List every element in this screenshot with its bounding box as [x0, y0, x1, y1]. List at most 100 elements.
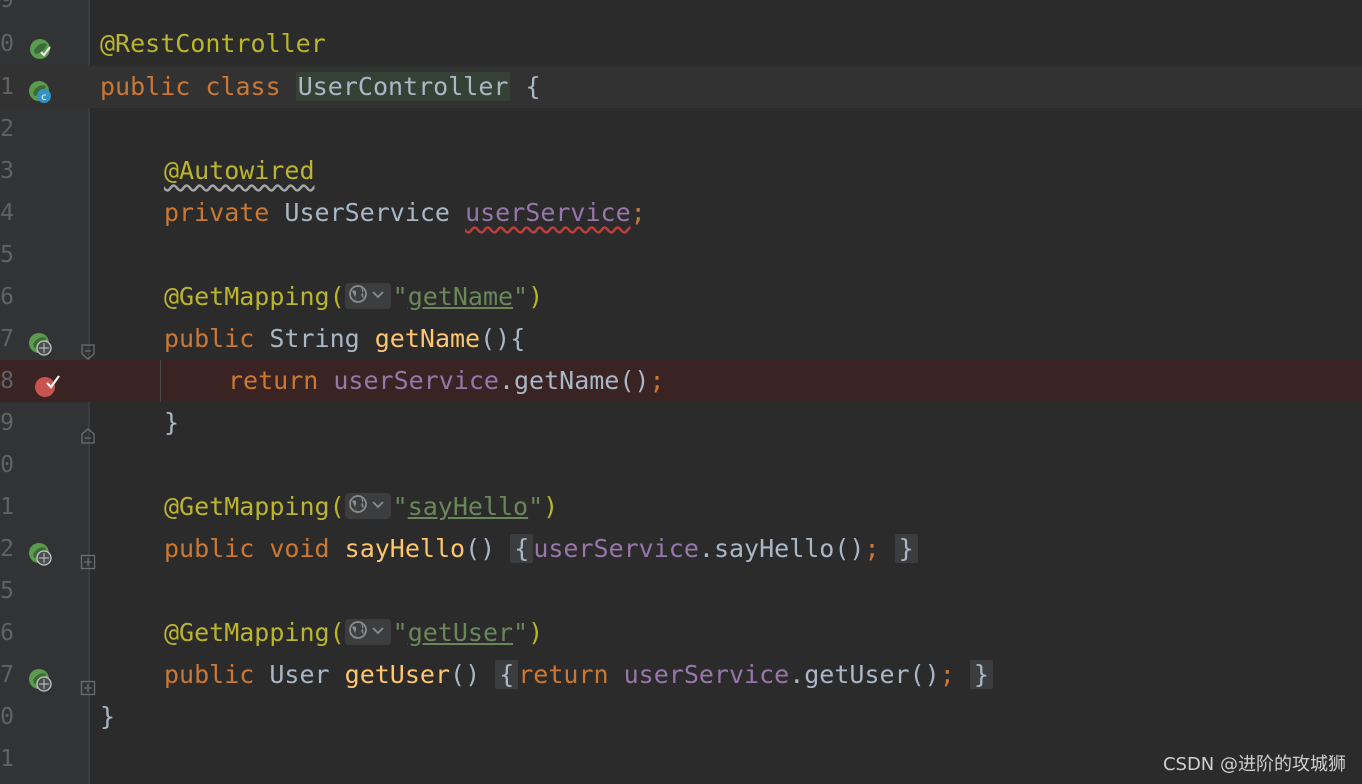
- code-line[interactable]: 20: [0, 444, 1362, 486]
- code-line[interactable]: 27 public User getUser() {return userSer…: [0, 654, 1362, 696]
- fold-expand-icon[interactable]: [80, 541, 96, 570]
- code-editor[interactable]: 9 10 @RestController 11 c public class U…: [0, 0, 1362, 784]
- spring-web-endpoint-icon[interactable]: [28, 327, 52, 356]
- svg-text:c: c: [41, 92, 47, 103]
- keyword: public: [164, 534, 255, 563]
- paren: ): [528, 282, 544, 311]
- code-text: @Autowired: [164, 150, 315, 192]
- paren: ): [543, 492, 559, 521]
- method-call: .getUser(): [789, 660, 940, 689]
- punctuation: (){: [480, 324, 526, 353]
- code-line[interactable]: 26 @GetMapping("getUser"): [0, 612, 1362, 654]
- folded-brace[interactable]: }: [969, 660, 993, 689]
- line-number: 12: [0, 116, 14, 142]
- code-line[interactable]: 12: [0, 108, 1362, 150]
- code-line[interactable]: 9: [0, 0, 1362, 21]
- method-call: .sayHello(): [698, 534, 865, 563]
- spring-web-endpoint-icon[interactable]: [28, 537, 52, 566]
- brace: }: [100, 702, 116, 731]
- code-line[interactable]: 19 }: [0, 402, 1362, 444]
- web-endpoint-hint[interactable]: [344, 283, 391, 309]
- string-quote: ": [392, 618, 408, 647]
- code-line[interactable]: 25: [0, 570, 1362, 612]
- annotation: @GetMapping(: [164, 618, 345, 647]
- web-endpoint-hint[interactable]: [344, 619, 391, 645]
- code-line[interactable]: 14 private UserService userService;: [0, 192, 1362, 234]
- code-text: public void sayHello() {userService.sayH…: [164, 528, 918, 570]
- semicolon: ;: [649, 366, 665, 395]
- code-text: @GetMapping("sayHello"): [164, 486, 558, 528]
- line-number: 25: [0, 578, 14, 604]
- spring-bean-class-icon[interactable]: c: [28, 75, 52, 103]
- fold-end-icon[interactable]: [80, 415, 96, 444]
- code-line[interactable]: 31: [0, 738, 1362, 780]
- mapping-path[interactable]: getName: [408, 282, 513, 311]
- globe-icon: [348, 621, 384, 639]
- mapping-path[interactable]: sayHello: [408, 492, 528, 521]
- punctuation: (): [450, 660, 481, 689]
- type-name: String: [269, 324, 360, 353]
- code-line[interactable]: 15: [0, 234, 1362, 276]
- code-line[interactable]: 22 public void sayHello() {userService.s…: [0, 528, 1362, 570]
- field-name: userService: [533, 534, 699, 563]
- spring-web-endpoint-icon[interactable]: [28, 663, 52, 692]
- method-name: getUser: [344, 660, 451, 689]
- string-quote: ": [392, 492, 408, 521]
- web-endpoint-hint[interactable]: [344, 493, 391, 519]
- annotation: @Autowired: [164, 156, 315, 185]
- code-line[interactable]: 17 public String getName(){: [0, 318, 1362, 360]
- code-text: private UserService userService;: [164, 192, 646, 234]
- string-quote: ": [392, 282, 408, 311]
- field-name: userService: [623, 660, 790, 689]
- keyword: public: [164, 660, 255, 689]
- keyword: void: [269, 534, 330, 563]
- code-line[interactable]: 21 @GetMapping("sayHello"): [0, 486, 1362, 528]
- line-number: 17: [0, 326, 14, 352]
- folded-brace[interactable]: }: [894, 534, 918, 563]
- string-quote: ": [513, 282, 529, 311]
- string-quote: ": [528, 492, 544, 521]
- method-call: .getName(): [498, 366, 650, 395]
- line-number: 18: [0, 368, 14, 394]
- semicolon: ;: [864, 534, 880, 563]
- code-line-current[interactable]: 11 c public class UserController {: [0, 66, 1362, 108]
- punctuation: (): [465, 534, 496, 563]
- line-number: 14: [0, 200, 14, 226]
- code-line[interactable]: 30 }: [0, 696, 1362, 738]
- line-number: 19: [0, 410, 14, 436]
- keyword: class: [205, 72, 281, 101]
- folded-brace[interactable]: {: [510, 534, 534, 563]
- mapping-path[interactable]: getUser: [408, 618, 513, 647]
- fold-expand-icon[interactable]: [80, 667, 96, 696]
- type-name: UserService: [284, 198, 450, 227]
- indent-guide: [160, 360, 161, 402]
- semicolon: ;: [630, 198, 646, 227]
- line-number: 15: [0, 242, 14, 268]
- line-number: 9: [0, 0, 14, 13]
- keyword: public: [100, 72, 191, 101]
- code-text: @GetMapping( "getName"): [164, 276, 543, 318]
- keyword: return: [518, 660, 609, 689]
- breakpoint-icon[interactable]: [34, 369, 60, 397]
- code-line[interactable]: 13 @Autowired: [0, 150, 1362, 192]
- code-line[interactable]: 16 @GetMapping("getName"): [0, 276, 1362, 318]
- keyword: public: [164, 324, 255, 353]
- folded-brace[interactable]: {: [495, 660, 519, 689]
- code-text: @RestController: [100, 23, 326, 65]
- code-text: }: [164, 402, 179, 444]
- class-name: UserController: [295, 72, 511, 101]
- line-number: 20: [0, 452, 14, 478]
- method-name: sayHello: [344, 534, 466, 563]
- code-text: public String getName(){: [164, 318, 525, 360]
- fold-collapse-icon[interactable]: [80, 331, 96, 360]
- annotation: @RestController: [100, 29, 326, 58]
- spring-bean-icon[interactable]: [28, 32, 52, 59]
- globe-icon: [348, 495, 384, 513]
- code-line-breakpoint[interactable]: 18 return userService.getName();: [0, 360, 1362, 402]
- field-name: userService: [465, 198, 631, 227]
- code-text: public class UserController {: [100, 66, 541, 108]
- annotation: @GetMapping(: [164, 282, 345, 311]
- code-text: public User getUser() {return userServic…: [164, 654, 993, 696]
- semicolon: ;: [939, 660, 955, 689]
- code-line[interactable]: 10 @RestController: [0, 23, 1362, 65]
